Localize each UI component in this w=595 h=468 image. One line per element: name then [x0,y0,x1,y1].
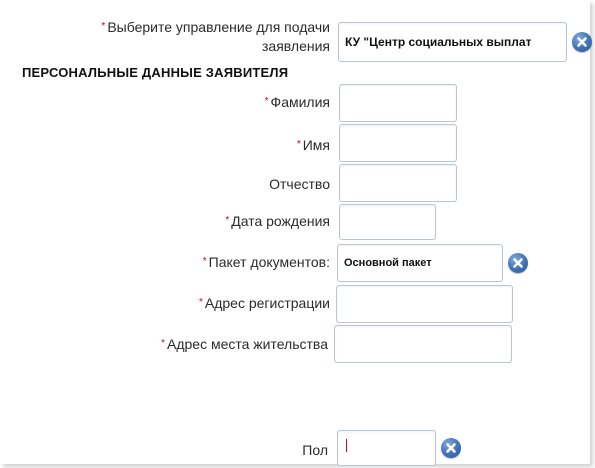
gender-clear-button[interactable] [441,438,461,458]
department-label: * Выберите управление для подачи заявлени… [40,18,330,56]
surname-label: * Фамилия [150,94,330,111]
name-label: * Имя [150,137,330,154]
section-title: ПЕРСОНАЛЬНЫЕ ДАННЫЕ ЗАЯВИТЕЛЯ [22,65,289,80]
department-label-line1: Выберите управление для подачи [107,19,330,35]
residence-address-label-text: Адрес места жительства [166,336,328,352]
required-mark: * [101,21,106,32]
gender-label-text: Пол [302,442,328,458]
required-mark: * [161,338,165,349]
surname-label-text: Фамилия [270,94,330,110]
text-cursor [346,439,347,452]
department-clear-button[interactable] [572,32,592,52]
close-icon [513,258,523,268]
residence-address-label: * Адрес места жительства [90,336,328,353]
name-label-text: Имя [302,137,330,153]
registration-address-label-text: Адрес регистрации [204,295,330,311]
department-select-value: КУ "Центр социальных выплат [345,35,532,49]
form-panel: * Выберите управление для подачи заявлени… [0,0,592,466]
patronymic-label: Отчество [150,176,330,193]
department-select[interactable]: КУ "Центр социальных выплат [338,22,567,62]
name-input[interactable] [339,124,457,162]
required-mark: * [296,139,301,150]
required-mark: * [264,96,269,107]
document-package-select-value: Основной пакет [344,257,432,269]
close-icon [577,37,587,47]
required-mark: * [225,215,230,226]
birth-date-label: * Дата рождения [130,213,330,230]
patronymic-label-text: Отчество [269,176,330,192]
registration-address-label: * Адрес регистрации [120,295,330,312]
document-package-label-text: Пакет документов: [208,254,330,270]
birth-date-input[interactable] [339,204,436,240]
document-package-select[interactable]: Основной пакет [337,244,503,282]
patronymic-input[interactable] [339,164,457,202]
document-package-label: * Пакет документов: [130,254,330,271]
department-label-line2: заявления [262,38,330,54]
required-mark: * [202,256,207,267]
registration-address-input[interactable] [336,285,513,323]
required-mark: * [198,297,203,308]
birth-date-label-text: Дата рождения [231,213,330,229]
close-icon [446,443,456,453]
gender-label: Пол [200,442,328,459]
surname-input[interactable] [339,84,457,122]
gender-select[interactable] [337,430,436,466]
residence-address-input[interactable] [334,325,512,363]
document-package-clear-button[interactable] [508,253,528,273]
